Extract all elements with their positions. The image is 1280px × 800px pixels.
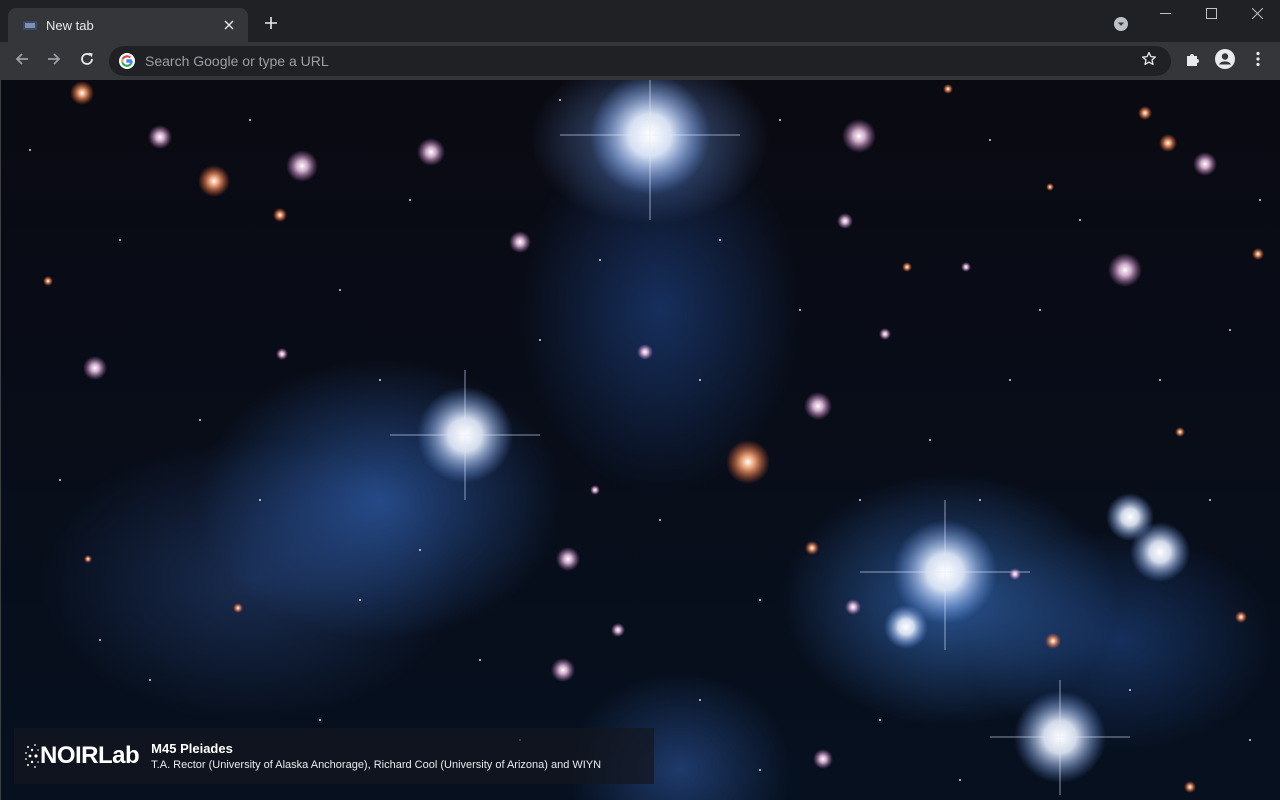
profile-button[interactable] (1209, 45, 1241, 77)
tiny-stars (29, 99, 1261, 781)
tab-search-icon (1113, 16, 1129, 37)
minimize-button[interactable] (1142, 0, 1188, 30)
window-border (0, 80, 1, 800)
attribution-title: M45 Pleiades (151, 740, 233, 756)
bookmark-button[interactable] (1137, 49, 1161, 73)
maximize-icon (1205, 6, 1217, 24)
new-tab-favicon-icon (22, 17, 38, 33)
tab-strip: New tab (0, 0, 1280, 42)
attribution-credit: T.A. Rector (University of Alaska Anchor… (151, 758, 602, 771)
star-icon (1141, 51, 1157, 72)
noirlab-logo: NOIRLab (24, 740, 140, 772)
star-field (29, 80, 1264, 795)
back-button[interactable] (6, 45, 38, 77)
menu-button[interactable] (1242, 45, 1274, 77)
tab-search-button[interactable] (1110, 15, 1132, 37)
background-attribution[interactable]: NOIRLab M45 Pleiades T.A. Rector (Univer… (14, 728, 654, 784)
browser-toolbar (0, 42, 1280, 80)
bright-stars (390, 80, 1190, 795)
minimize-icon (1159, 6, 1171, 24)
maximize-button[interactable] (1188, 0, 1234, 30)
kebab-menu-icon (1256, 51, 1260, 72)
reload-button[interactable] (71, 45, 103, 77)
puzzle-icon (1185, 51, 1201, 72)
noirlab-logo-text: NOIRLab (40, 742, 140, 769)
omnibox[interactable] (109, 46, 1171, 76)
tab-title: New tab (46, 17, 94, 33)
profile-icon (1215, 48, 1235, 74)
close-window-icon (1251, 6, 1263, 24)
forward-arrow-icon (46, 51, 62, 72)
noirlab-logo-icon (25, 744, 39, 768)
new-tab-button[interactable] (258, 12, 284, 38)
google-g-icon (119, 53, 135, 69)
forward-button[interactable] (38, 45, 70, 77)
new-tab-page: NOIRLab M45 Pleiades T.A. Rector (Univer… (0, 80, 1280, 800)
back-arrow-icon (14, 51, 30, 72)
extensions-button[interactable] (1177, 45, 1209, 77)
close-window-button[interactable] (1234, 0, 1280, 30)
attribution-text: M45 Pleiades T.A. Rector (University of … (151, 740, 601, 773)
close-icon[interactable] (220, 16, 238, 34)
reload-icon (79, 51, 95, 72)
omnibox-input[interactable] (143, 52, 1137, 70)
plus-icon (264, 16, 278, 35)
tab-new-tab[interactable]: New tab (8, 8, 248, 42)
